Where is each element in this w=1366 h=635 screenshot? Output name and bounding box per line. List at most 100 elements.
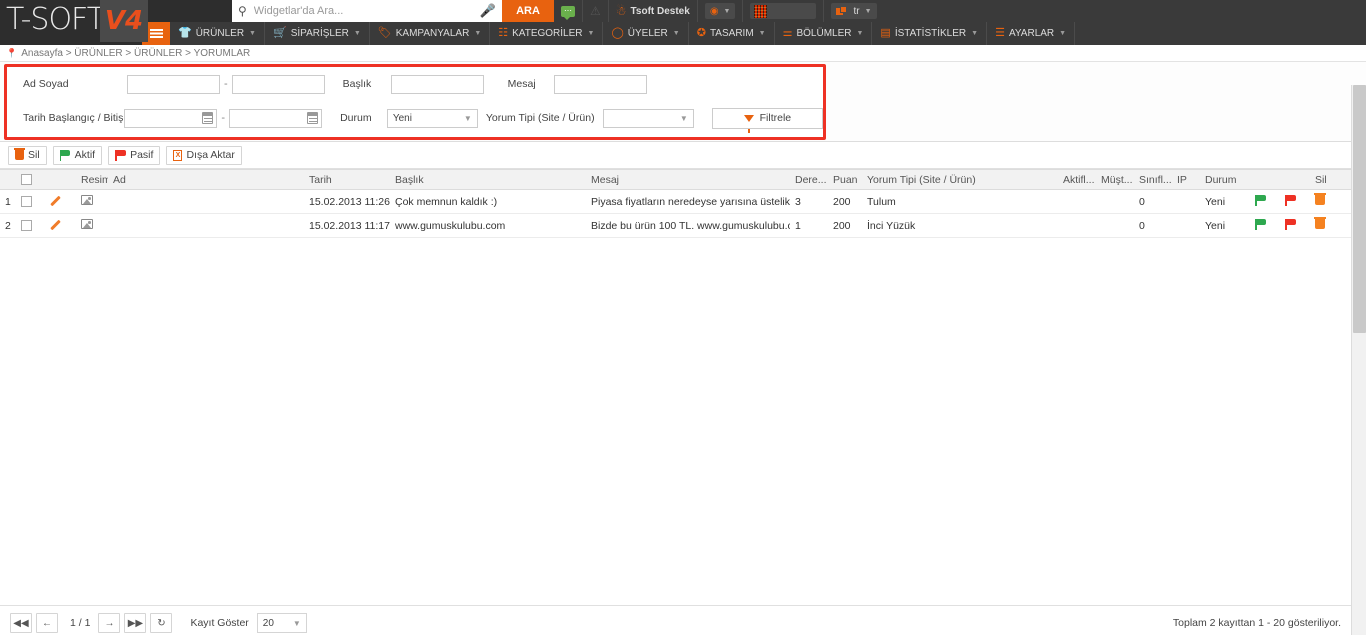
breadcrumb: 📍 Anasayfa > ÜRÜNLER > ÜRÜNLER > YORUMLA… [0,45,1366,62]
records-per-page-select[interactable]: 20 ▼ [256,613,307,633]
microphone-icon[interactable]: 🎤 [480,3,496,19]
th-select-all[interactable] [16,169,48,190]
filter-date-to-wrap[interactable] [229,108,323,128]
filter-panel: Ad Soyad - Başlık Mesaj Tarih Başlangıç … [4,64,826,140]
cell-siniflandirma: 0 [1134,213,1172,238]
chevron-down-icon: ▼ [249,30,256,37]
checkbox-icon[interactable] [21,220,32,232]
nav-item-bolumler[interactable]: ⚌ BÖLÜMLER ▼ [775,22,873,45]
cell-delete[interactable] [1310,213,1351,238]
pencil-edit-icon[interactable] [53,194,65,206]
green-flag-icon[interactable] [1255,218,1266,230]
trash-icon[interactable] [1314,193,1326,205]
th-baslik[interactable]: Başlık [390,169,586,190]
cell-select[interactable] [16,213,48,238]
th-musteri[interactable]: Müşt... [1096,169,1134,190]
language-selector[interactable]: tr ▼ [824,0,883,22]
cell-approve[interactable] [1250,213,1280,238]
nav-item-uyeler[interactable]: ◯ ÜYELER ▼ [603,22,689,45]
nav-item-kategoriler[interactable]: ☷ KATEGORİLER ▼ [490,22,604,45]
chat-button[interactable]: ⋯ [554,0,583,22]
cell-edit[interactable] [48,189,76,214]
pencil-edit-icon[interactable] [53,218,65,230]
brand-logo[interactable]: T-SOFT V4 [0,0,232,42]
deactivate-button[interactable]: Pasif [108,145,161,165]
th-resim[interactable]: Resim [76,169,108,190]
prev-page-button[interactable]: ← [36,613,58,633]
th-derece[interactable]: Dere... [790,169,828,190]
brush-icon: ✪ [696,27,706,39]
filter-baslik-input[interactable] [390,74,484,94]
table-row[interactable]: 2 15.02.2013 11:17 www.gumuskulubu.com B… [0,213,1351,238]
th-mesaj[interactable]: Mesaj [586,169,790,190]
cell-resim[interactable] [76,213,108,238]
filter-ad-soyad-to[interactable] [231,74,325,94]
cell-resim[interactable] [76,189,108,214]
next-page-button[interactable]: → [98,613,121,633]
th-aktiflik[interactable]: Aktifl... [1058,169,1096,190]
apps-grid-selector[interactable] [743,0,825,22]
preview-selector[interactable]: ◉ ▼ [698,0,744,22]
refresh-button[interactable]: ↻ [150,613,173,633]
nav-item-ayarlar[interactable]: ☰ AYARLAR ▼ [987,22,1076,45]
notifications-button[interactable]: ⚠ [583,0,609,22]
support-account[interactable]: ☃ Tsoft Destek [609,0,698,22]
first-page-button[interactable]: ◀◀ [10,613,32,633]
cell-reject[interactable] [1280,189,1310,214]
th-yorum-tipi[interactable]: Yorum Tipi (Site / Ürün) [862,169,1058,190]
total-records-text: Toplam 2 kayıttan 1 - 20 gösteriliyor. [1172,617,1341,629]
th-tarih[interactable]: Tarih [304,169,390,190]
table-row[interactable]: 1 15.02.2013 11:26 Çok memnun kaldık :) … [0,189,1351,214]
image-placeholder-icon[interactable] [81,195,93,205]
filter-apply-button[interactable]: Filtrele [711,107,823,133]
filter-ad-soyad-from[interactable] [127,74,220,94]
image-placeholder-icon[interactable] [81,219,93,229]
comments-table: Resim Ad Tarih Başlık Mesaj Dere... Puan… [0,169,1351,238]
cell-ip [1172,189,1200,214]
chevron-down-icon: ▼ [971,30,979,37]
vertical-scrollbar[interactable] [1351,85,1366,635]
checkbox-icon[interactable] [21,196,32,208]
nav-item-kampanyalar[interactable]: 🏷 KAMPANYALAR ▼ [370,22,491,45]
calendar-icon[interactable] [202,111,214,124]
th-durum[interactable]: Durum [1200,169,1250,190]
cell-delete[interactable] [1310,189,1351,214]
last-page-button[interactable]: ▶▶ [124,613,147,633]
nav-item-siparisler[interactable]: 🛒 SİPARİŞLER ▼ [265,22,370,45]
cell-reject[interactable] [1280,213,1310,238]
warning-triangle-icon: ⚠ [590,4,601,18]
calendar-icon[interactable] [307,111,319,124]
cell-select[interactable] [16,189,48,214]
red-flag-icon[interactable] [1285,194,1296,206]
activate-button[interactable]: Aktif [52,145,103,165]
trash-icon[interactable] [1314,217,1326,229]
filter-yorum-tipi-select[interactable]: ▼ [602,108,694,128]
cell-approve[interactable] [1250,189,1280,214]
filter-date-from-wrap[interactable] [124,108,218,128]
th-siniflandirma[interactable]: Sınıfl... [1134,169,1172,190]
red-flag-icon[interactable] [1285,218,1296,230]
delete-button[interactable]: Sil [8,145,47,165]
export-button[interactable]: X Dışa Aktar [166,145,242,165]
nav-item-istatistikler[interactable]: ▤ İSTATİSTİKLER ▼ [872,22,988,45]
cell-tarih: 15.02.2013 11:17 [304,213,390,238]
filter-durum-select[interactable]: Yeni ▼ [386,108,478,128]
search-submit-button[interactable]: ARA [502,0,554,22]
nav-item-tasarim[interactable]: ✪ TASARIM ▼ [689,22,775,45]
checkbox-icon[interactable] [21,174,32,186]
support-label: Tsoft Destek [630,5,690,17]
global-search[interactable]: ⚲ 🎤 [232,0,502,22]
scrollbar-thumb[interactable] [1353,85,1366,333]
chevron-down-icon: ▼ [864,7,872,15]
nav-item-urunler[interactable]: 👕 ÜRÜNLER ▼ [170,22,265,45]
th-ad[interactable]: Ad [108,169,304,190]
search-input[interactable] [251,4,475,18]
cell-edit[interactable] [48,213,76,238]
filter-mesaj-input[interactable] [553,74,647,94]
th-puan[interactable]: Puan [828,169,862,190]
table-header-row: Resim Ad Tarih Başlık Mesaj Dere... Puan… [0,169,1351,190]
green-flag-icon[interactable] [1255,194,1266,206]
th-ip[interactable]: IP [1172,169,1200,190]
hamburger-menu-icon [149,29,163,38]
top-header-bar: T-SOFT V4 ⚲ 🎤 ARA ⋯ ⚠ ☃ Tsoft Destek ◉ ▼… [0,0,1366,42]
